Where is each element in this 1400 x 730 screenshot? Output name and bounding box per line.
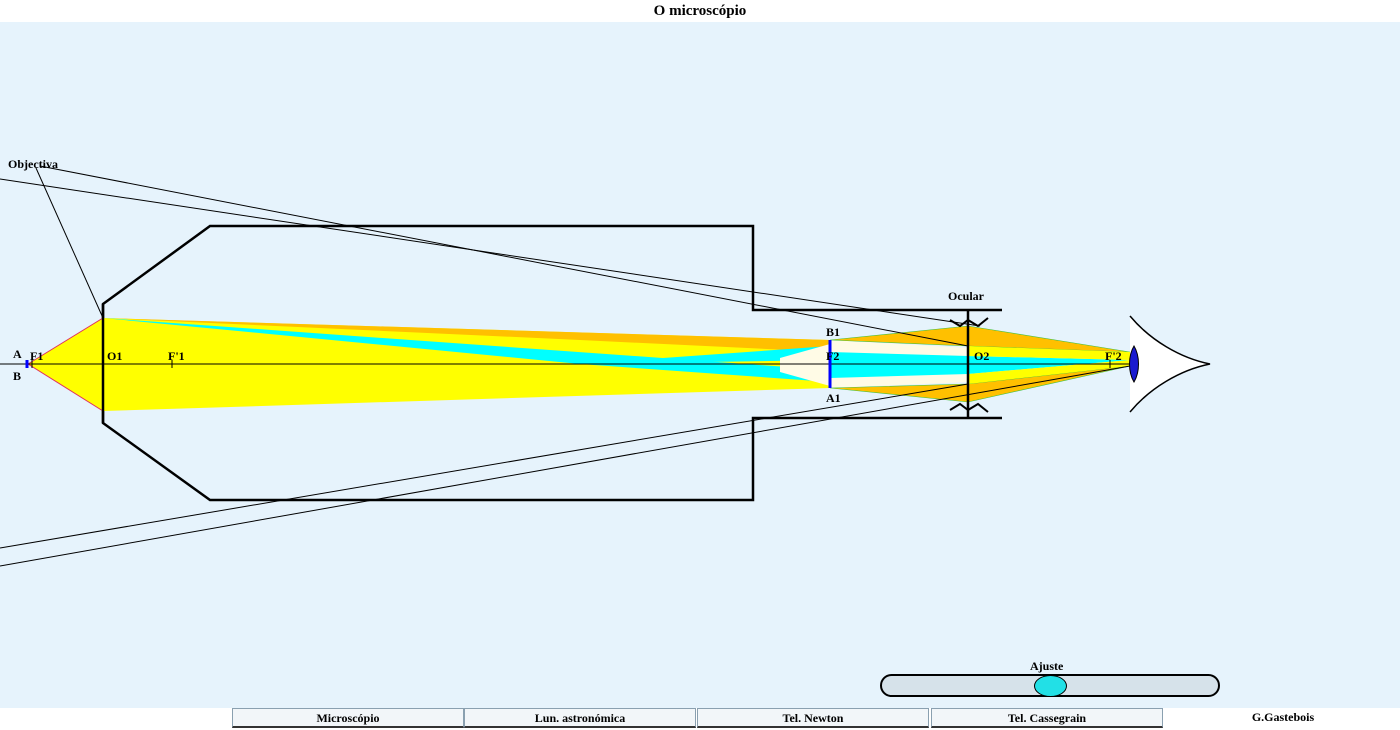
- label-A: A: [13, 347, 22, 361]
- ray-top-2: [39, 165, 969, 347]
- microscope-diagram: [0, 165, 1211, 567]
- ray-top-1: [0, 178, 981, 327]
- tab-microscopio[interactable]: Microscópio: [232, 708, 464, 728]
- label-Fp2: F'2: [1105, 349, 1122, 363]
- slider-knob[interactable]: [1034, 675, 1067, 697]
- label-Fp1: F'1: [168, 349, 185, 363]
- slider-label: Ajuste: [1030, 659, 1064, 673]
- tab-bar: Microscópio Lun. astronómica Tel. Newton…: [0, 708, 1400, 730]
- adjust-slider[interactable]: [880, 674, 1220, 697]
- label-O2: O2: [974, 349, 990, 363]
- tab-telescopio-newton[interactable]: Tel. Newton: [697, 708, 929, 728]
- objectiva-pointer: [35, 167, 104, 319]
- optics-canvas: Objectiva Ocular A B F1 O1 F'1 B1 F2 A1 …: [0, 22, 1400, 708]
- label-B: B: [13, 369, 22, 383]
- tube-outline-bottom: [101, 411, 1002, 502]
- tube-outline-top: [101, 224, 1002, 318]
- label-O1: O1: [107, 349, 123, 363]
- eye-outline: [1129, 315, 1211, 413]
- tab-luneta-astronomica[interactable]: Lun. astronómica: [464, 708, 696, 728]
- label-B1: B1: [826, 325, 841, 339]
- label-F2: F2: [826, 349, 840, 363]
- label-F1: F1: [30, 349, 44, 363]
- author-credit: G.Gastebois: [1251, 710, 1315, 724]
- window-title: O microscópio: [0, 0, 1400, 22]
- label-A1: A1: [826, 391, 841, 405]
- label-objectiva: Objectiva: [8, 157, 58, 171]
- label-ocular: Ocular: [948, 289, 984, 303]
- tab-telescopio-cassegrain[interactable]: Tel. Cassegrain: [931, 708, 1163, 728]
